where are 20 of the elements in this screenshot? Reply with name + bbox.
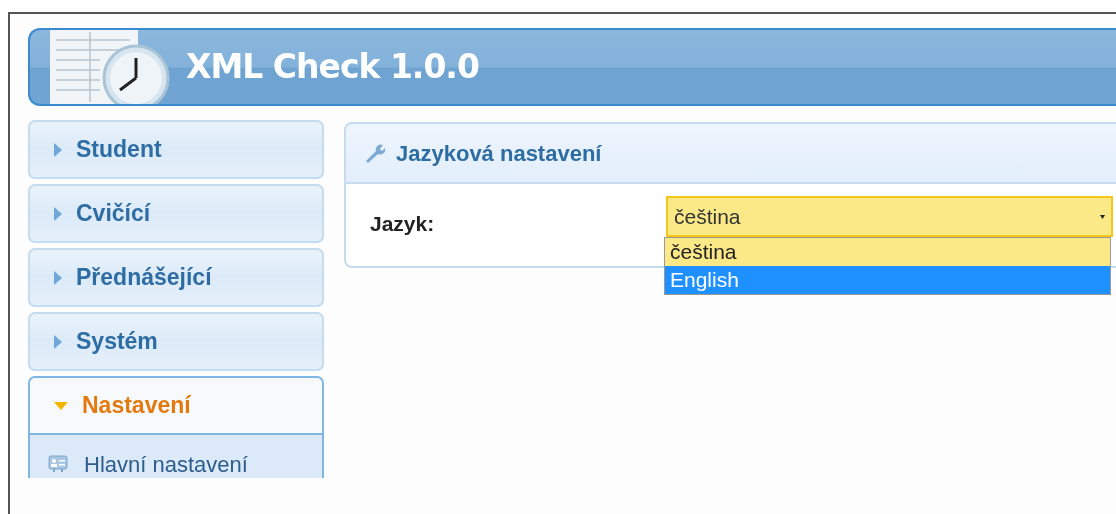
field-label: Jazyk: (370, 211, 436, 237)
sidebar-item[interactable]: Cvičící (28, 184, 324, 243)
clock-document-icon (50, 30, 172, 104)
sidebar-item[interactable]: Přednášející (28, 248, 324, 307)
caret-right-icon (54, 142, 62, 157)
caret-down-icon (54, 401, 68, 410)
caret-right-icon (54, 270, 62, 285)
app-title: XML Check 1.0.0 (186, 46, 479, 89)
submenu-item[interactable]: Hlavní nastavení (28, 435, 324, 478)
caret-right-icon (54, 206, 62, 221)
sidebar-item[interactable]: Systém (28, 312, 324, 371)
dropdown-option[interactable]: English (665, 266, 1110, 294)
caret-right-icon (54, 334, 62, 349)
sidebar-item[interactable]: Student (28, 120, 324, 179)
sidebar-item[interactable]: Nastavení (28, 376, 324, 435)
id-card-icon (48, 455, 68, 473)
panel-title: Jazyková nastavení (396, 139, 602, 168)
language-select[interactable]: čeština (666, 196, 1113, 237)
wrench-icon (364, 143, 386, 163)
dropdown-arrow-icon (1100, 214, 1105, 219)
